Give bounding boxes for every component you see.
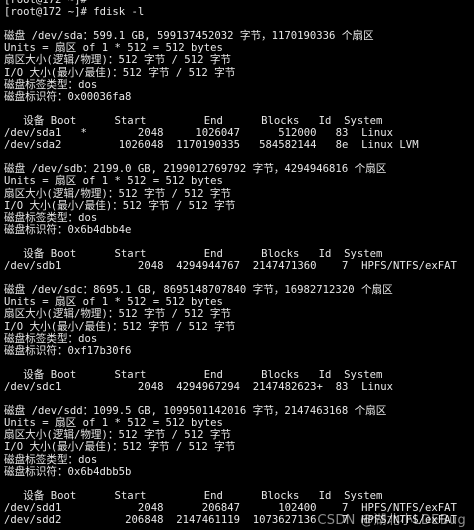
terminal-line: 磁盘 /dev/sdc：8695.1 GB, 8695148707840 字节，…	[4, 284, 393, 297]
terminal-line: 磁盘标识符：0xf17b30f6	[4, 344, 132, 357]
terminal-line: Units = 扇区 of 1 * 512 = 512 bytes	[4, 42, 223, 55]
terminal-line: 扇区大小(逻辑/物理)：512 字节 / 512 字节	[4, 187, 232, 200]
terminal-line: 磁盘 /dev/sda：599.1 GB, 599137452032 字节，11…	[4, 30, 374, 43]
terminal-line: 设备 Boot Start End Blocks Id System	[4, 489, 383, 502]
terminal-line: 设备 Boot Start End Blocks Id System	[4, 247, 383, 260]
terminal-line: 扇区大小(逻辑/物理)：512 字节 / 512 字节	[4, 54, 232, 67]
terminal-line: I/O 大小(最小/最佳)：512 字节 / 512 字节	[4, 66, 236, 79]
terminal-output: [root@172 ~]# [root@172 ~]# fdisk -l 磁盘 /d…	[4, 0, 474, 526]
terminal-line: I/O 大小(最小/最佳)：512 字节 / 512 字节	[4, 199, 236, 212]
terminal-line: Units = 扇区 of 1 * 512 = 512 bytes	[4, 296, 223, 309]
terminal-line: /dev/sda2 1026048 1170190335 584582144 8…	[4, 139, 419, 152]
terminal-line: /dev/sdb1 2048 4294944767 2147471360 7 H…	[4, 260, 457, 273]
terminal-line: 磁盘标识符：0x6b4dbb4e	[4, 223, 132, 236]
terminal-line: I/O 大小(最小/最佳)：512 字节 / 512 字节	[4, 441, 236, 454]
terminal-line: [root@172 ~]# fdisk -l	[4, 6, 145, 19]
terminal-window[interactable]: [root@172 ~]# [root@172 ~]# fdisk -l 磁盘 /d…	[0, 0, 474, 530]
terminal-line: 磁盘标签类型：dos	[4, 453, 98, 466]
terminal-line: 设备 Boot Start End Blocks Id System	[4, 368, 383, 381]
terminal-line: 设备 Boot Start End Blocks Id System	[4, 114, 383, 127]
terminal-line: Units = 扇区 of 1 * 512 = 512 bytes	[4, 417, 223, 430]
terminal-line: 磁盘 /dev/sdd：1099.5 GB, 1099501142016 字节，…	[4, 405, 387, 418]
terminal-line: 扇区大小(逻辑/物理)：512 字节 / 512 字节	[4, 429, 232, 442]
terminal-line: I/O 大小(最小/最佳)：512 字节 / 512 字节	[4, 320, 236, 333]
terminal-line: 磁盘标签类型：dos	[4, 211, 98, 224]
terminal-line: /dev/sda1 * 2048 1026047 512000 83 Linux	[4, 127, 394, 140]
terminal-line: 磁盘标签类型：dos	[4, 332, 98, 345]
terminal-line: 磁盘 /dev/sdb：2199.0 GB, 2199012769792 字节，…	[4, 163, 387, 176]
terminal-line: 磁盘标识符：0x6b4dbb5b	[4, 465, 132, 478]
terminal-line: 磁盘标签类型：dos	[4, 78, 98, 91]
terminal-line: 扇区大小(逻辑/物理)：512 字节 / 512 字节	[4, 308, 232, 321]
terminal-line: 磁盘标识符：0x00036fa8	[4, 90, 132, 103]
terminal-line: Units = 扇区 of 1 * 512 = 512 bytes	[4, 175, 223, 188]
watermark-text: CSDN @湖北小LDEBug	[317, 512, 466, 528]
terminal-line: /dev/sdc1 2048 4294967294 2147482623+ 83…	[4, 381, 394, 393]
